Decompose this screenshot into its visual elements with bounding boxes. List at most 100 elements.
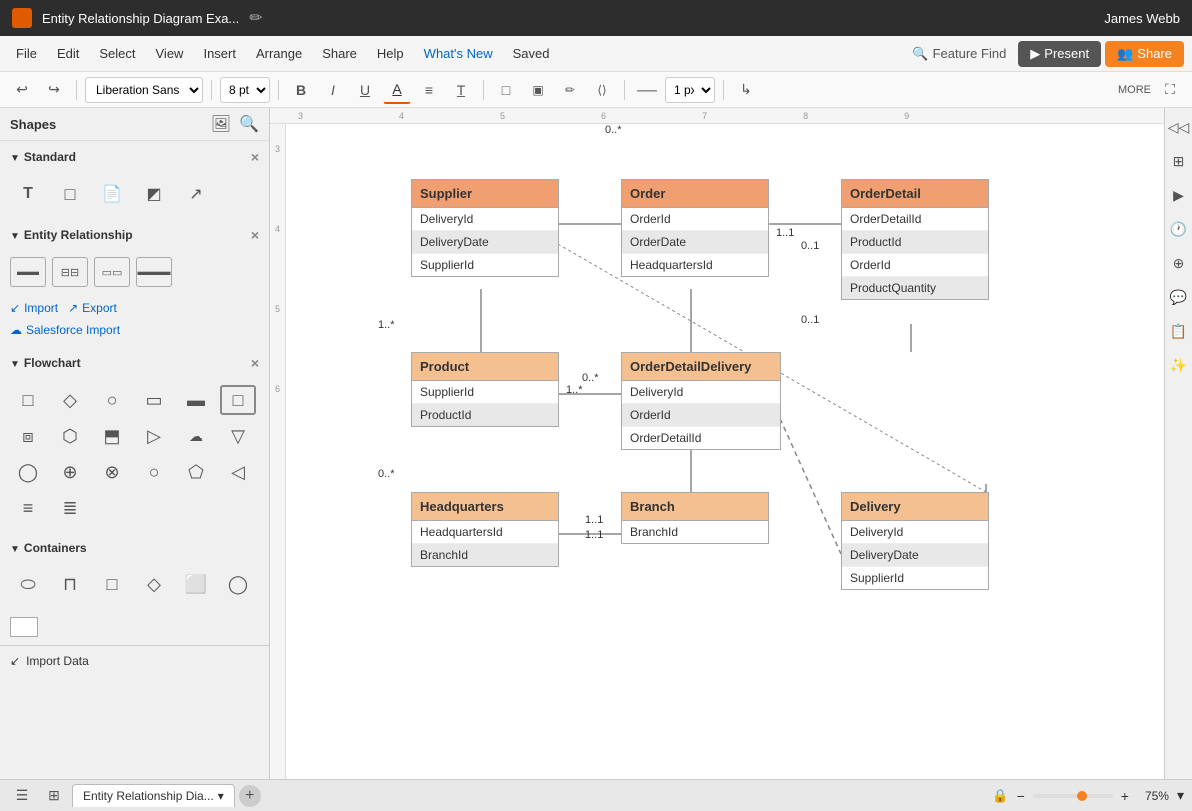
line-style-button[interactable]: ── [633, 76, 661, 104]
entity-branch[interactable]: Branch BranchId [621, 492, 769, 544]
entity-supplier[interactable]: Supplier DeliveryId DeliveryDate Supplie… [411, 179, 559, 277]
cont-ellipse[interactable]: ◯ [220, 569, 256, 599]
entity-odd[interactable]: OrderDetailDelivery DeliveryId OrderId O… [621, 352, 781, 450]
zoom-slider-thumb[interactable] [1077, 791, 1087, 801]
fc-pentagon[interactable]: ⬠ [178, 457, 214, 487]
sidebar-section-er[interactable]: ▼Entity Relationship × [0, 219, 269, 251]
entity-product[interactable]: Product SupplierId ProductId [411, 352, 559, 427]
fc-arrow-r[interactable]: ▷ [136, 421, 172, 451]
right-panel-expand[interactable]: ◁◁ [1168, 116, 1190, 138]
cont-bracket[interactable]: ⊓ [52, 569, 88, 599]
menu-file[interactable]: File [8, 42, 45, 65]
present-button[interactable]: ▶ Present [1018, 41, 1101, 67]
sidebar-image-icon[interactable]: 🖼 [211, 114, 231, 134]
current-tab[interactable]: Entity Relationship Dia... ▾ [72, 784, 235, 807]
er-shape-2[interactable]: ⊟⊟ [52, 257, 88, 287]
fill-color-button[interactable]: ▣ [524, 76, 552, 104]
shape-arrow[interactable]: ↗ [178, 179, 214, 209]
menu-insert[interactable]: Insert [195, 42, 244, 65]
entity-delivery[interactable]: Delivery DeliveryId DeliveryDate Supplie… [841, 492, 989, 590]
font-family-select[interactable]: Liberation Sans [85, 77, 203, 103]
lock-icon[interactable]: 🔒 [992, 788, 1008, 804]
er-shape-1[interactable]: ▬▬ [10, 257, 46, 287]
fc-hex[interactable]: ⬡ [52, 421, 88, 451]
zoom-plus-btn[interactable]: + [1121, 788, 1129, 804]
sidebar-section-standard[interactable]: ▼Standard × [0, 141, 269, 173]
redo-button[interactable]: ↪ [40, 76, 68, 104]
zoom-dropdown-icon[interactable]: ▾ [1177, 787, 1184, 804]
entity-order-detail[interactable]: OrderDetail OrderDetailId ProductId Orde… [841, 179, 989, 300]
underline-button[interactable]: U [351, 76, 379, 104]
fc-lines1[interactable]: ≡ [10, 493, 46, 523]
waypoint-button[interactable]: ↳ [732, 76, 760, 104]
right-panel-ai[interactable]: ✨ [1168, 354, 1190, 376]
menu-edit[interactable]: Edit [49, 42, 87, 65]
feature-find-btn[interactable]: 🔍 Feature Find [912, 46, 1006, 62]
small-rect-shape[interactable] [10, 617, 38, 637]
fc-tri[interactable]: ▽ [220, 421, 256, 451]
sidebar-section-flowchart[interactable]: ▼Flowchart × [0, 347, 269, 379]
undo-button[interactable]: ↩ [8, 76, 36, 104]
salesforce-import-link[interactable]: ☁ Salesforce Import [10, 323, 259, 337]
shape-rect[interactable]: □ [52, 179, 88, 209]
entity-order[interactable]: Order OrderId OrderDate HeadquartersId [621, 179, 769, 277]
zoom-slider[interactable] [1033, 794, 1113, 798]
font-color-button[interactable]: A [383, 76, 411, 104]
shape-fill-button[interactable]: □ [492, 76, 520, 104]
er-shape-3[interactable]: ▭▭ [94, 257, 130, 287]
import-link[interactable]: ↙ Import [10, 301, 58, 315]
fc-rect3[interactable]: □ [220, 385, 256, 415]
shape-half-fill[interactable]: ◩ [136, 179, 172, 209]
fc-parallelogram[interactable]: ▬ [178, 385, 214, 415]
import-data-btn[interactable]: ↙ Import Data [0, 645, 269, 676]
fc-plus-circle[interactable]: ⊕ [52, 457, 88, 487]
menu-arrange[interactable]: Arrange [248, 42, 310, 65]
share-button[interactable]: 👥 Share [1105, 41, 1184, 67]
cont-cylinder[interactable]: ⬭ [10, 569, 46, 599]
line-color-button[interactable]: ✏ [556, 76, 584, 104]
er-shape-4[interactable]: ▬▬▬ [136, 257, 172, 287]
fc-oval[interactable]: ○ [94, 385, 130, 415]
edit-title-icon[interactable]: ✏ [249, 8, 262, 28]
cont-diamond[interactable]: ◇ [136, 569, 172, 599]
menu-select[interactable]: Select [91, 42, 143, 65]
style-button[interactable]: ⟨⟩ [588, 76, 616, 104]
menu-share[interactable]: Share [314, 42, 365, 65]
bold-button[interactable]: B [287, 76, 315, 104]
cont-rounded[interactable]: ⬜ [178, 569, 214, 599]
fc-rect2[interactable]: ▭ [136, 385, 172, 415]
menu-whats-new[interactable]: What's New [416, 42, 501, 65]
fc-rect[interactable]: □ [10, 385, 46, 415]
fc-dbl-rect[interactable]: ⧈ [10, 421, 46, 451]
right-panel-format[interactable]: ⊞ [1168, 150, 1190, 172]
close-er-section[interactable]: × [251, 227, 259, 243]
zoom-minus-btn[interactable]: − [1017, 788, 1025, 804]
right-panel-comment[interactable]: 💬 [1168, 286, 1190, 308]
shape-text[interactable]: T [10, 179, 46, 209]
entity-headquarters[interactable]: Headquarters HeadquartersId BranchId [411, 492, 559, 567]
fc-shield[interactable]: ◁ [220, 457, 256, 487]
menu-view[interactable]: View [148, 42, 192, 65]
right-panel-presentation[interactable]: ▶ [1168, 184, 1190, 206]
fc-x-circle[interactable]: ⊗ [94, 457, 130, 487]
fc-trap[interactable]: ⬒ [94, 421, 130, 451]
align-button[interactable]: ≡ [415, 76, 443, 104]
more-button[interactable]: MORE [1113, 76, 1156, 104]
close-flowchart-section[interactable]: × [251, 355, 259, 371]
right-panel-layers[interactable]: ⊕ [1168, 252, 1190, 274]
export-link[interactable]: ↗ Export [68, 301, 117, 315]
close-standard-section[interactable]: × [251, 149, 259, 165]
tab-grid-view-btn[interactable]: ⊞ [40, 782, 68, 810]
fc-circle[interactable]: ◯ [10, 457, 46, 487]
fc-lines2[interactable]: ≣ [52, 493, 88, 523]
fc-circle2[interactable]: ○ [136, 457, 172, 487]
sidebar-section-containers[interactable]: ▼Containers [0, 533, 269, 563]
fc-cloud[interactable]: ☁ [178, 421, 214, 451]
tab-list-view-btn[interactable]: ☰ [8, 782, 36, 810]
font-size-select[interactable]: 8 pt [220, 77, 270, 103]
fc-diamond[interactable]: ◇ [52, 385, 88, 415]
sidebar-search-icon[interactable]: 🔍 [239, 114, 259, 134]
right-panel-pages[interactable]: 📋 [1168, 320, 1190, 342]
cont-rect[interactable]: □ [94, 569, 130, 599]
canvas[interactable]: 1..1 0..1 0..1 1..* 0..* 1..* 1..* 1..1 … [286, 124, 1164, 779]
